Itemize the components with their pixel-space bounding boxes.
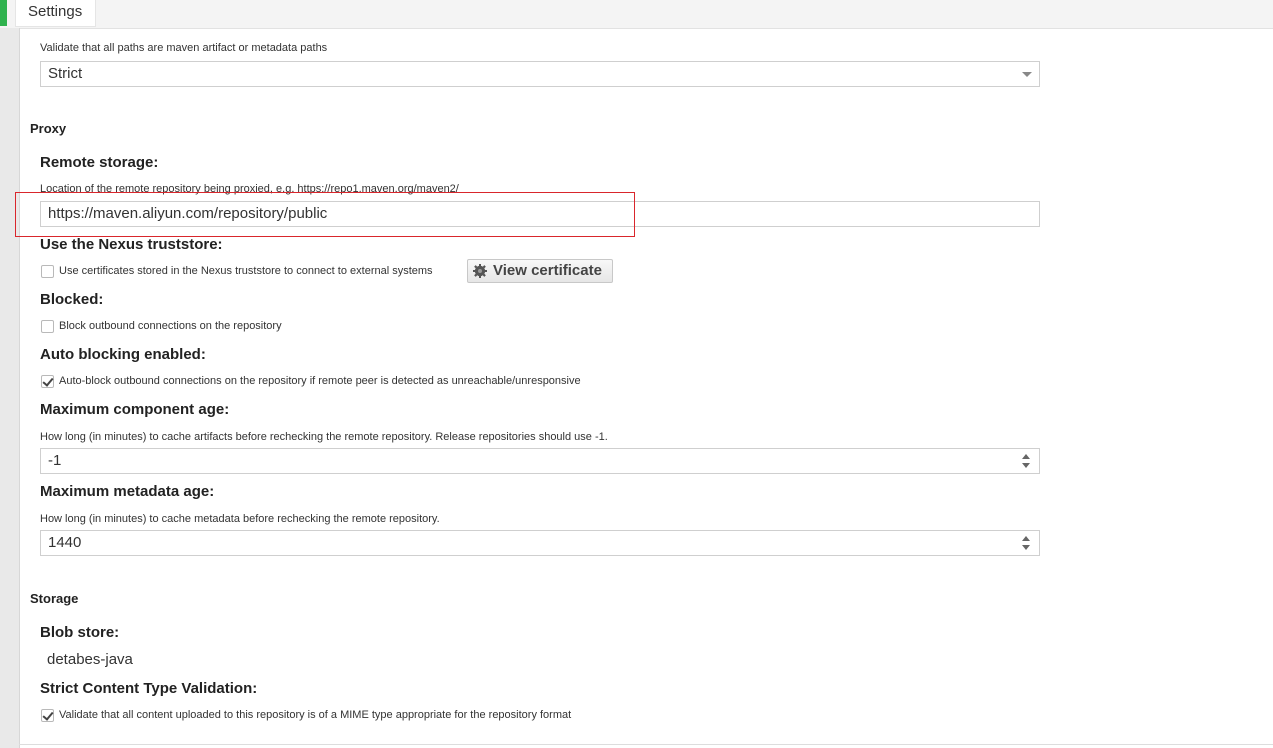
validation-hint: Validate that all paths are maven artifa… — [40, 42, 328, 54]
max-component-age-input[interactable]: -1 — [40, 448, 1040, 474]
max-metadata-age-input[interactable]: 1440 — [40, 530, 1040, 556]
max-metadata-age-value: 1440 — [48, 534, 82, 551]
blob-store-value: detabes-java — [47, 651, 133, 668]
view-certificate-button[interactable]: View certificate — [467, 259, 613, 283]
top-bar: Settings — [0, 0, 1273, 29]
max-component-age-hint: How long (in minutes) to cache artifacts… — [40, 431, 608, 443]
left-gutter — [0, 28, 20, 748]
status-marker — [0, 0, 7, 26]
highlight-annotation-box — [15, 192, 635, 237]
number-stepper-icon[interactable] — [1022, 454, 1032, 470]
blocked-label: Blocked: — [40, 291, 104, 308]
validation-select[interactable]: Strict — [40, 61, 1040, 87]
blocked-checkbox[interactable] — [41, 320, 54, 333]
max-metadata-age-hint: How long (in minutes) to cache metadata … — [40, 513, 440, 525]
chevron-down-icon[interactable] — [1022, 72, 1032, 77]
truststore-checkbox[interactable] — [41, 265, 54, 278]
strict-content-checkbox[interactable] — [41, 709, 54, 722]
validation-select-value: Strict — [48, 65, 83, 82]
number-stepper-icon[interactable] — [1022, 536, 1032, 552]
blob-store-label: Blob store: — [40, 624, 120, 641]
auto-blocking-label: Auto blocking enabled: — [40, 346, 206, 363]
truststore-label: Use the Nexus truststore: — [40, 236, 223, 253]
auto-blocking-checkbox-text: Auto-block outbound connections on the r… — [59, 375, 581, 387]
max-component-age-label: Maximum component age: — [40, 401, 230, 418]
bottom-divider — [19, 744, 1273, 745]
view-certificate-label: View certificate — [493, 262, 602, 279]
remote-storage-label: Remote storage: — [40, 154, 159, 171]
auto-blocking-checkbox[interactable] — [41, 375, 54, 388]
truststore-checkbox-text: Use certificates stored in the Nexus tru… — [59, 265, 433, 277]
storage-section-title: Storage — [30, 591, 79, 606]
strict-content-checkbox-text: Validate that all content uploaded to th… — [59, 709, 572, 721]
max-metadata-age-label: Maximum metadata age: — [40, 483, 215, 500]
certificate-seal-icon — [473, 264, 487, 278]
blocked-checkbox-text: Block outbound connections on the reposi… — [59, 320, 282, 332]
tab-settings[interactable]: Settings — [15, 0, 96, 27]
proxy-section-title: Proxy — [30, 121, 67, 136]
strict-content-label: Strict Content Type Validation: — [40, 680, 258, 697]
max-component-age-value: -1 — [48, 452, 62, 469]
